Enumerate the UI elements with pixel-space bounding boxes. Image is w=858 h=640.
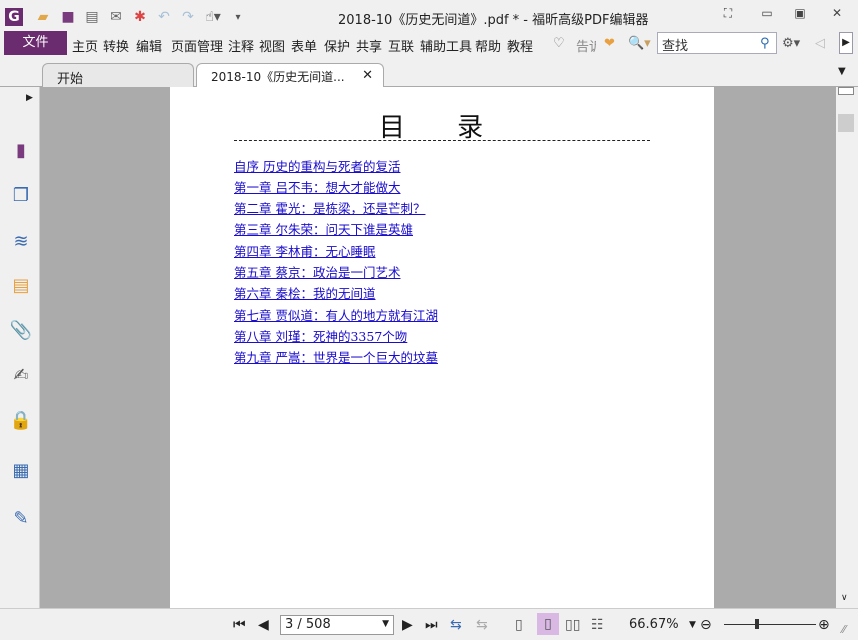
menu-view[interactable]: 视图 <box>259 36 285 55</box>
title-rule <box>234 140 650 141</box>
menu-form[interactable]: 表单 <box>291 36 317 55</box>
tab-list-dropdown-icon[interactable]: ▼ <box>838 66 846 77</box>
page-number-input[interactable]: 3 / 508 ▼ <box>280 615 394 635</box>
tab-label: 开始 <box>57 72 84 87</box>
file-menu[interactable]: 文件 <box>4 31 67 55</box>
toc-link[interactable]: 第八章 刘瑾：死神的3357个吻 <box>234 326 407 345</box>
pages-icon[interactable]: ❐ <box>9 184 33 208</box>
menu-edit[interactable]: 编辑 <box>136 36 162 55</box>
certify-icon[interactable]: ✎ <box>9 507 33 531</box>
bookmark-icon[interactable]: ▮ <box>9 139 33 163</box>
scroll-right-icon[interactable]: ▶ <box>839 32 853 54</box>
previous-page-icon[interactable]: ◀ <box>258 617 269 633</box>
menu-accessibility[interactable]: 辅助工具 <box>420 36 472 55</box>
gear-icon[interactable]: ⚙▾ <box>782 36 800 51</box>
continuous-page-icon[interactable]: ▯ <box>537 613 559 635</box>
heart-icon[interactable]: ❤ <box>604 36 615 51</box>
tab-label: 2018-10《历史无间道... <box>211 70 345 84</box>
search-input[interactable]: 查找 <box>657 32 777 54</box>
lock-icon[interactable]: 🔒 <box>9 409 33 433</box>
undo-icon[interactable]: ↶ <box>155 8 173 26</box>
title-bar: G ▰ ■ ▤ ✉ ✱ ↶ ↷ ☝▾ ▾ 2018-10《历史无间道》.pdf … <box>0 0 858 31</box>
zoom-in-icon[interactable]: ⊕ <box>818 617 830 633</box>
menu-page-management[interactable]: 页面管理 <box>171 36 223 55</box>
foxit-logo-icon: G <box>5 8 23 26</box>
page-number: 3 / 508 <box>285 617 331 632</box>
save-icon[interactable]: ■ <box>59 8 77 26</box>
vertical-scrollbar[interactable]: ∨ <box>836 87 858 608</box>
print-icon[interactable]: ▤ <box>83 8 101 26</box>
maximize-button[interactable]: ▣ <box>790 6 810 22</box>
next-view-icon[interactable]: ⇆ <box>476 617 488 633</box>
menu-connect[interactable]: 互联 <box>388 36 414 55</box>
expand-panel-icon[interactable]: ▶ <box>26 93 33 103</box>
toc-link[interactable]: 第二章 霍光：是栋梁，还是芒刺？ <box>234 198 425 217</box>
toc-link[interactable]: 第六章 秦桧：我的无间道 <box>234 283 375 302</box>
email-icon[interactable]: ✉ <box>107 8 125 26</box>
toc-link[interactable]: 第三章 尔朱荣：问天下谁是英雄 <box>234 219 413 238</box>
zoom-slider[interactable] <box>724 624 816 625</box>
resize-grip-icon[interactable]: ⁄⁄ <box>842 623 846 636</box>
scroll-left-icon[interactable]: ◁ <box>815 36 825 51</box>
menu-comment[interactable]: 注释 <box>228 36 254 55</box>
pdf-page: 目 录 自序 历史的重构与死者的复活 第一章 吕不韦：想大才能做大 第二章 霍光… <box>170 87 714 608</box>
zoom-slider-thumb[interactable] <box>755 619 759 629</box>
tab-start[interactable]: 开始 <box>42 63 194 87</box>
signature-icon[interactable]: ✍ <box>9 364 33 388</box>
menu-protect[interactable]: 保护 <box>324 36 350 55</box>
scroll-thumb[interactable] <box>838 114 854 132</box>
lightbulb-icon[interactable]: ♡ <box>553 36 565 51</box>
redo-icon[interactable]: ↷ <box>179 8 197 26</box>
customize-icon[interactable]: ▾ <box>229 8 247 26</box>
layers-icon[interactable]: ≋ <box>9 230 33 254</box>
search-folder-icon[interactable]: 🔍▾ <box>628 36 651 51</box>
first-page-icon[interactable]: ⏮ <box>233 617 246 633</box>
tab-document[interactable]: 2018-10《历史无间道... ✕ <box>196 63 384 87</box>
document-viewer: 目 录 自序 历史的重构与死者的复活 第一章 吕不韦：想大才能做大 第二章 霍光… <box>40 87 836 608</box>
last-page-icon[interactable]: ⏭ <box>425 617 438 633</box>
navigation-panel: ▶ ▮ ❐ ≋ ▤ 📎 ✍ 🔒 ▦ ✎ <box>0 87 40 608</box>
window-title: 2018-10《历史无间道》.pdf * - 福昕高级PDF编辑器 <box>338 13 649 28</box>
facing-icon[interactable]: ▯▯ <box>565 617 580 633</box>
tab-bar: 开始 2018-10《历史无间道... ✕ ▼ <box>0 57 858 87</box>
menu-help[interactable]: 帮助 <box>475 36 501 55</box>
next-page-icon[interactable]: ▶ <box>402 617 413 633</box>
toc-link[interactable]: 第七章 贾似道：有人的地方就有江湖 <box>234 305 438 324</box>
scroll-down-button[interactable]: ∨ <box>841 593 848 603</box>
toc-link[interactable]: 第九章 严嵩：世界是一个巨大的坟墓 <box>234 347 438 366</box>
status-bar: ⏮ ◀ 3 / 508 ▼ ▶ ⏭ ⇆ ⇆ ▯ ▯ ▯▯ ☷ 66.67% ▼ ⊖… <box>0 608 858 640</box>
menu-bar: 文件 主页 转换 编辑 页面管理 注释 视图 表单 保护 共享 互联 辅助工具 … <box>0 31 858 57</box>
open-folder-icon[interactable]: ▰ <box>34 8 52 26</box>
zoom-out-icon[interactable]: ⊖ <box>700 617 712 633</box>
chevron-down-icon[interactable]: ▼ <box>382 619 389 629</box>
zoom-dropdown-icon[interactable]: ▼ <box>689 620 696 630</box>
new-icon[interactable]: ✱ <box>131 8 149 26</box>
toc-link[interactable]: 第五章 蔡京：政治是一门艺术 <box>234 262 400 281</box>
fullscreen-icon[interactable]: ⛶ <box>718 6 738 22</box>
previous-view-icon[interactable]: ⇆ <box>450 617 462 633</box>
toc-link[interactable]: 第一章 吕不韦：想大才能做大 <box>234 177 400 196</box>
search-icon[interactable]: ⚲ <box>760 36 770 51</box>
menu-home[interactable]: 主页 <box>72 36 98 55</box>
menu-convert[interactable]: 转换 <box>103 36 129 55</box>
form-fields-icon[interactable]: ▦ <box>9 459 33 483</box>
menu-tutorial[interactable]: 教程 <box>507 36 533 55</box>
close-button[interactable]: ✕ <box>827 6 847 22</box>
toc-link[interactable]: 第四章 李林甫：无心睡眠 <box>234 241 375 260</box>
toc-title: 目 录 <box>378 113 506 143</box>
close-tab-icon[interactable]: ✕ <box>362 68 373 83</box>
tell-me[interactable]: 告诉 <box>576 36 596 55</box>
zoom-level[interactable]: 66.67% <box>629 617 679 632</box>
comments-icon[interactable]: ▤ <box>9 274 33 298</box>
hand-tool-icon[interactable]: ☝▾ <box>204 8 222 26</box>
scroll-up-button[interactable] <box>838 87 854 95</box>
continuous-facing-icon[interactable]: ☷ <box>591 617 604 633</box>
menu-share[interactable]: 共享 <box>356 36 382 55</box>
minimize-button[interactable]: ▭ <box>757 6 777 22</box>
single-page-icon[interactable]: ▯ <box>515 617 523 633</box>
toc-link[interactable]: 自序 历史的重构与死者的复活 <box>234 156 400 175</box>
attachment-icon[interactable]: 📎 <box>9 319 33 343</box>
